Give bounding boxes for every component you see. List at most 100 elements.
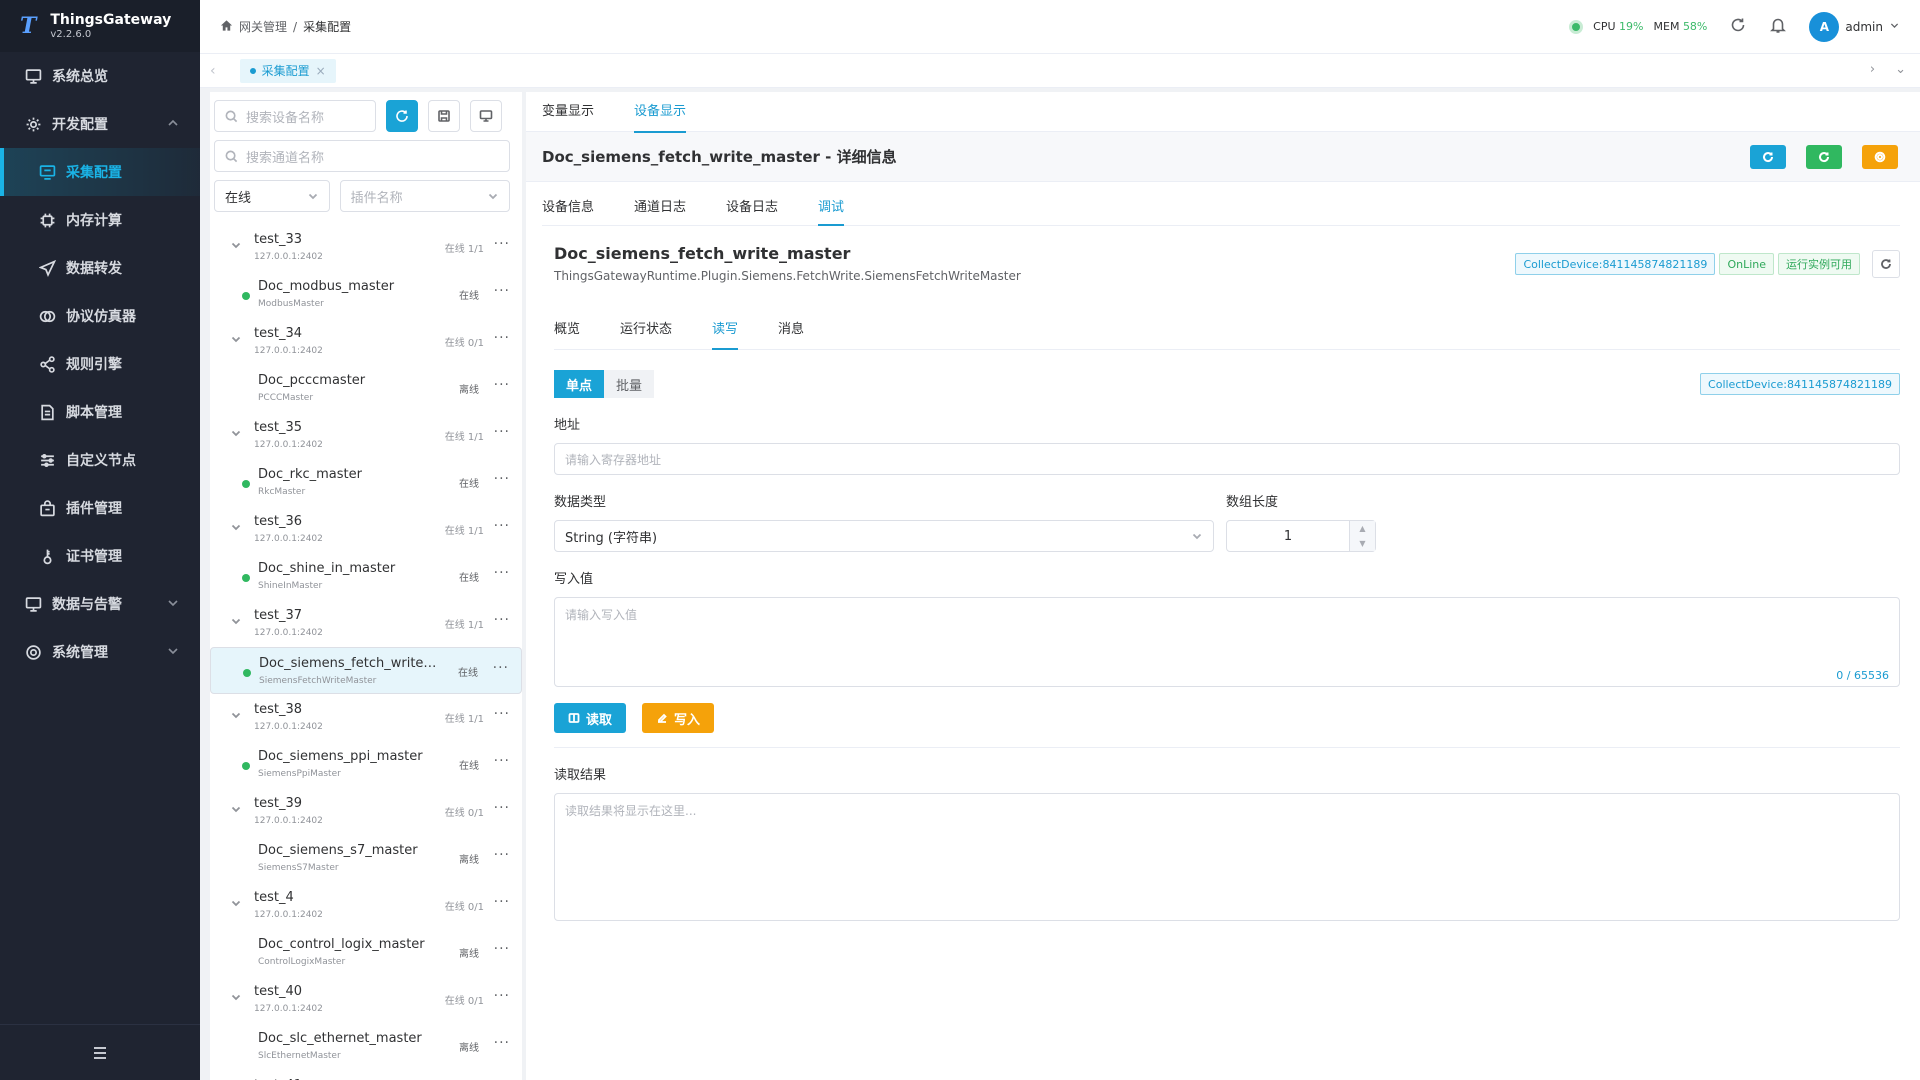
sidebar-item-forward[interactable]: 数据转发 xyxy=(0,244,200,292)
device-node[interactable]: Doc_siemens_s7_master SiemensS7Master 离线 ··… xyxy=(210,835,522,882)
channel-node[interactable]: test_36 127.0.0.1:2402 在线 1/1 ··· xyxy=(210,506,522,553)
save-button[interactable] xyxy=(428,100,460,132)
sidebar-item-overview[interactable]: 系统总览 xyxy=(0,52,200,100)
sidebar-item-certs[interactable]: 证书管理 xyxy=(0,532,200,580)
write-button[interactable]: 写入 xyxy=(642,703,715,733)
device-node[interactable]: Doc_slc_ethernet_master SlcEthernetMaster… xyxy=(210,1023,522,1070)
mode-batch[interactable]: 批量 xyxy=(604,370,655,398)
tab-channel-log[interactable]: 通道日志 xyxy=(634,196,686,225)
home-icon[interactable] xyxy=(220,19,233,35)
more-icon[interactable]: ··· xyxy=(494,706,510,722)
breadcrumb-item[interactable]: 网关管理 xyxy=(239,18,287,35)
channel-node[interactable]: test_40 127.0.0.1:2402 在线 0/1 ··· xyxy=(210,976,522,1023)
sidebar-item-dev-config[interactable]: 开发配置 xyxy=(0,100,200,148)
chevron-down-icon[interactable] xyxy=(230,239,242,254)
channel-node[interactable]: test_38 127.0.0.1:2402 在线 1/1 ··· xyxy=(210,694,522,741)
tab-messages[interactable]: 消息 xyxy=(778,318,804,349)
chevron-down-icon[interactable] xyxy=(230,521,242,536)
device-node[interactable]: Doc_modbus_master ModbusMaster 在线 ··· xyxy=(210,271,522,318)
arraylen-stepper[interactable]: 1 ▲ ▼ xyxy=(1226,520,1376,552)
device-node[interactable]: Doc_shine_in_master ShineInMaster 在线 ··· xyxy=(210,553,522,600)
tab-device-log[interactable]: 设备日志 xyxy=(726,196,778,225)
more-icon[interactable]: ··· xyxy=(494,941,510,957)
channel-node[interactable]: test_37 127.0.0.1:2402 在线 1/1 ··· xyxy=(210,600,522,647)
more-icon[interactable]: ··· xyxy=(494,424,510,440)
more-icon[interactable]: ··· xyxy=(494,471,510,487)
settings-button[interactable] xyxy=(1862,144,1898,169)
chevron-down-icon[interactable] xyxy=(230,427,242,442)
chevron-right-icon[interactable]: › xyxy=(1870,62,1875,77)
refresh-button[interactable] xyxy=(386,100,418,132)
tab-read-write[interactable]: 读写 xyxy=(712,318,739,350)
device-node[interactable]: Doc_pcccmaster PCCCMaster 离线 ··· xyxy=(210,365,522,412)
sidebar-item-collect[interactable]: 采集配置 xyxy=(0,148,200,196)
tab-debug[interactable]: 调试 xyxy=(818,196,845,226)
channel-node[interactable]: test_34 127.0.0.1:2402 在线 0/1 ··· xyxy=(210,318,522,365)
more-icon[interactable]: ··· xyxy=(494,800,510,816)
chevron-down-icon[interactable] xyxy=(230,803,242,818)
channel-node[interactable]: test_41 xyxy=(210,1070,522,1080)
more-icon[interactable]: ··· xyxy=(494,1035,510,1051)
more-icon[interactable]: ··· xyxy=(494,565,510,581)
device-node[interactable]: Doc_siemens_ppi_master SiemensPpiMaster 在线… xyxy=(210,741,522,788)
sidebar-item-custom-node[interactable]: 自定义节点 xyxy=(0,436,200,484)
read-result-textarea[interactable]: 读取结果将显示在这里... xyxy=(554,793,1900,921)
sidebar-item-data-alarm[interactable]: 数据与告警 xyxy=(0,580,200,628)
stepper-arrows[interactable]: ▲ ▼ xyxy=(1349,521,1375,551)
chevron-down-icon[interactable] xyxy=(230,333,242,348)
tab-variables[interactable]: 变量显示 xyxy=(542,92,594,132)
channel-node[interactable]: test_4 127.0.0.1:2402 在线 0/1 ··· xyxy=(210,882,522,929)
brand[interactable]: T ThingsGateway v2.2.6.0 xyxy=(0,0,200,52)
bell-icon[interactable] xyxy=(1769,16,1787,37)
more-icon[interactable]: ··· xyxy=(494,847,510,863)
channel-node[interactable]: test_33 127.0.0.1:2402 在线 1/1 ··· xyxy=(210,224,522,271)
datatype-select[interactable]: String (字符串) xyxy=(554,520,1214,552)
more-icon[interactable]: ··· xyxy=(494,988,510,1004)
more-icon[interactable]: ··· xyxy=(494,377,510,393)
tab-devices[interactable]: 设备显示 xyxy=(634,92,687,133)
sidebar-item-scripts[interactable]: 脚本管理 xyxy=(0,388,200,436)
refresh-button[interactable] xyxy=(1872,250,1900,278)
address-input[interactable]: 请输入寄存器地址 xyxy=(554,443,1900,475)
write-value-textarea[interactable]: 请输入写入值 0 / 65536 xyxy=(554,597,1900,687)
mode-single[interactable]: 单点 xyxy=(554,370,605,398)
sidebar-item-rules[interactable]: 规则引擎 xyxy=(0,340,200,388)
device-node[interactable]: Doc_rkc_master RkcMaster 在线 ··· xyxy=(210,459,522,506)
chevron-down-icon[interactable] xyxy=(230,897,242,912)
tab-run-status[interactable]: 运行状态 xyxy=(620,318,672,349)
chevron-left-icon[interactable]: ‹ xyxy=(210,63,216,79)
refresh-icon[interactable] xyxy=(1729,16,1747,37)
sidebar-item-memory[interactable]: 内存计算 xyxy=(0,196,200,244)
plugin-select[interactable]: 插件名称 xyxy=(339,180,510,212)
more-icon[interactable]: ··· xyxy=(494,753,510,769)
sidebar-item-plugins[interactable]: 插件管理 xyxy=(0,484,200,532)
refresh-button[interactable] xyxy=(1750,144,1786,169)
more-icon[interactable]: ··· xyxy=(494,612,510,628)
channel-search-input[interactable]: 搜索通道名称 xyxy=(214,140,510,172)
more-icon[interactable]: ··· xyxy=(493,660,509,676)
more-icon[interactable]: ··· xyxy=(494,330,510,346)
more-icon[interactable]: ··· xyxy=(494,236,510,252)
restart-button[interactable] xyxy=(1806,144,1842,169)
device-node[interactable]: Doc_control_logix_master ControlLogixMast… xyxy=(210,929,522,976)
status-select[interactable]: 在线 xyxy=(214,180,330,212)
chevron-down-icon[interactable] xyxy=(230,991,242,1006)
read-button[interactable]: 读取 xyxy=(554,703,627,733)
tab-device-info[interactable]: 设备信息 xyxy=(542,196,594,225)
close-icon[interactable]: × xyxy=(316,64,326,78)
channel-node[interactable]: test_39 127.0.0.1:2402 在线 0/1 ··· xyxy=(210,788,522,835)
tab-overview[interactable]: 概览 xyxy=(554,318,580,349)
user-menu[interactable]: A admin xyxy=(1809,11,1900,42)
collapse-sidebar-button[interactable] xyxy=(0,1024,200,1080)
device-search-input[interactable]: 搜索设备名称 xyxy=(214,100,376,132)
channel-node[interactable]: test_35 127.0.0.1:2402 在线 1/1 ··· xyxy=(210,412,522,459)
more-icon[interactable]: ··· xyxy=(494,518,510,534)
more-icon[interactable]: ··· xyxy=(494,894,510,910)
sidebar-item-simulator[interactable]: 协议仿真器 xyxy=(0,292,200,340)
chevron-down-icon[interactable]: ⌄ xyxy=(1895,62,1906,77)
chevron-down-icon[interactable] xyxy=(230,709,242,724)
chevron-down-icon[interactable] xyxy=(230,615,242,630)
monitor-button[interactable] xyxy=(470,100,502,132)
tab-collect-config[interactable]: 采集配置 × xyxy=(239,58,336,83)
sidebar-item-system[interactable]: 系统管理 xyxy=(0,628,200,676)
